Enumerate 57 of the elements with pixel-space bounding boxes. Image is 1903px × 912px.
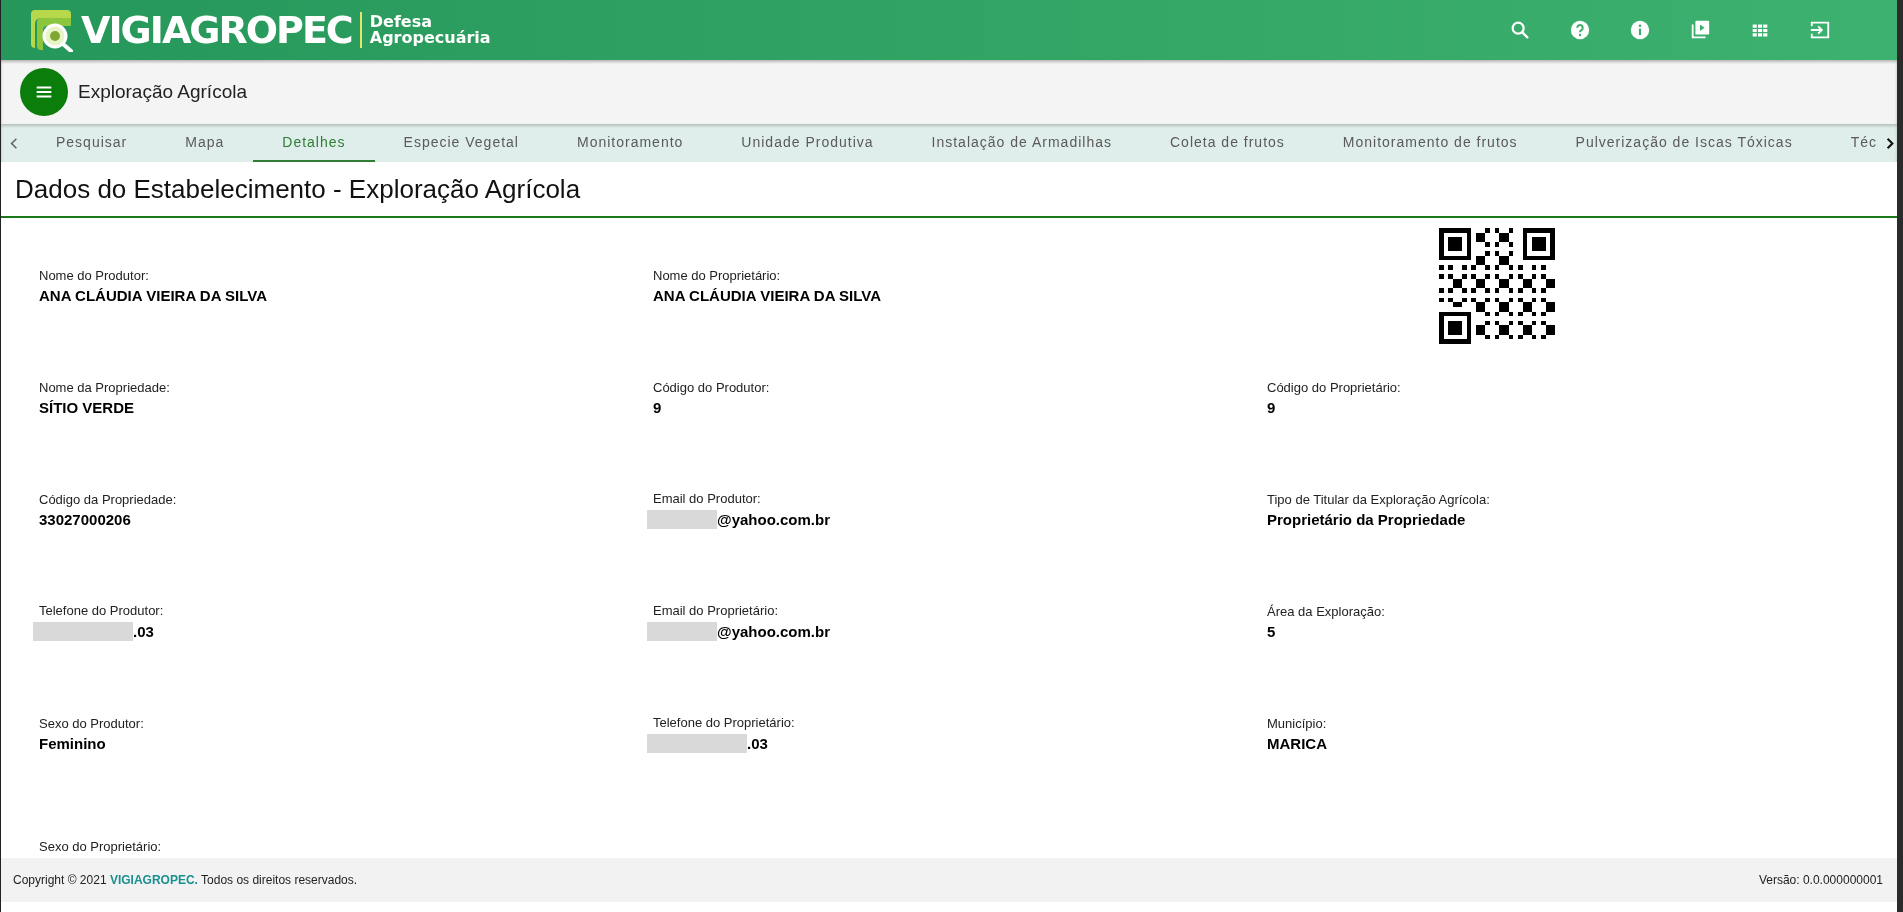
field-label: Nome do Proprietário: — [653, 268, 782, 283]
tab[interactable]: Especie Vegetal — [374, 124, 548, 162]
field-value: 9 — [653, 399, 662, 416]
field-label: Email do Proprietário: — [653, 603, 779, 618]
chevron-left-icon — [10, 136, 18, 150]
field-value: .03 — [747, 735, 768, 752]
field-value: @yahoo.com.br — [717, 511, 830, 528]
field-value: @yahoo.com.br — [717, 623, 830, 640]
field-value: SÍTIO VERDE — [39, 399, 135, 416]
menu-button[interactable] — [20, 68, 68, 116]
field-label: Código do Proprietário: — [1267, 380, 1402, 395]
tab[interactable]: Pulverização de Iscas Tóxicas — [1546, 124, 1822, 162]
field-value: 33027000206 — [39, 511, 131, 528]
tab[interactable]: Instalação de Armadilhas — [902, 124, 1141, 162]
copyright-text: Copyright © 2021 VIGIAGROPEC. Todos os direitos reservados. — [13, 873, 358, 887]
info-icon — [1629, 19, 1651, 41]
field-label: Município: — [1267, 716, 1328, 731]
tab[interactable]: Mapa — [156, 124, 254, 162]
field-label: Código do Produtor: — [653, 380, 771, 395]
field-value: ANA CLÁUDIA VIEIRA DA SILVA — [653, 287, 882, 304]
field-label: Área da Exploração: — [1267, 604, 1386, 619]
redaction-block — [647, 510, 717, 529]
logo-wordmark: VIGIAGROPEC — [81, 8, 352, 52]
tab[interactable]: Téc — [1821, 124, 1883, 162]
field-label: Sexo do Produtor: — [39, 716, 145, 731]
chevron-right-icon — [1886, 136, 1894, 150]
field-value: MARICA — [1267, 735, 1327, 752]
help-icon — [1569, 19, 1591, 41]
video-library-icon — [1689, 19, 1711, 41]
field-value: 9 — [1267, 399, 1276, 416]
field-label: Sexo do Proprietário: — [39, 838, 163, 854]
field-value: ANA CLÁUDIA VIEIRA DA SILVA — [39, 287, 268, 304]
redaction-block — [647, 622, 717, 641]
search-icon — [1509, 19, 1531, 41]
field-label: Nome da Propriedade: — [39, 380, 171, 395]
field-label: Telefone do Proprietário: — [653, 715, 796, 730]
field-label: Nome do Produtor: — [39, 268, 150, 283]
tab[interactable]: Unidade Produtiva — [712, 124, 903, 162]
section-title: Exploração Agrícola — [78, 81, 247, 103]
field-label: Código da Propriedade: — [39, 492, 178, 507]
tab[interactable]: Monitoramento — [547, 124, 713, 162]
field-value: 5 — [1267, 623, 1276, 640]
tab[interactable]: Coleta de frutos — [1141, 124, 1314, 162]
tab[interactable]: Monitoramento de frutos — [1313, 124, 1547, 162]
logo-tagline: Defesa — [369, 14, 432, 30]
exit-icon — [1809, 19, 1831, 41]
logo-tagline: Agropecuária — [369, 30, 491, 46]
field-value: .03 — [133, 623, 154, 640]
field-label: Email do Produtor: — [653, 491, 762, 506]
page-title: Dados do Estabelecimento - Exploração Agrícola — [1, 162, 1897, 218]
field-value: Proprietário da Propriedade — [1267, 511, 1466, 528]
tab[interactable]: Detalhes — [253, 124, 375, 162]
field-label: Telefone do Produtor: — [39, 603, 165, 618]
field-label: Tipo de Titular da Exploração Agrícola: — [1267, 492, 1491, 507]
version-text: Versão: 0.0.000000001 — [1758, 873, 1883, 887]
field-value: Feminino — [39, 735, 106, 752]
tab[interactable]: Pesquisar — [27, 124, 157, 162]
